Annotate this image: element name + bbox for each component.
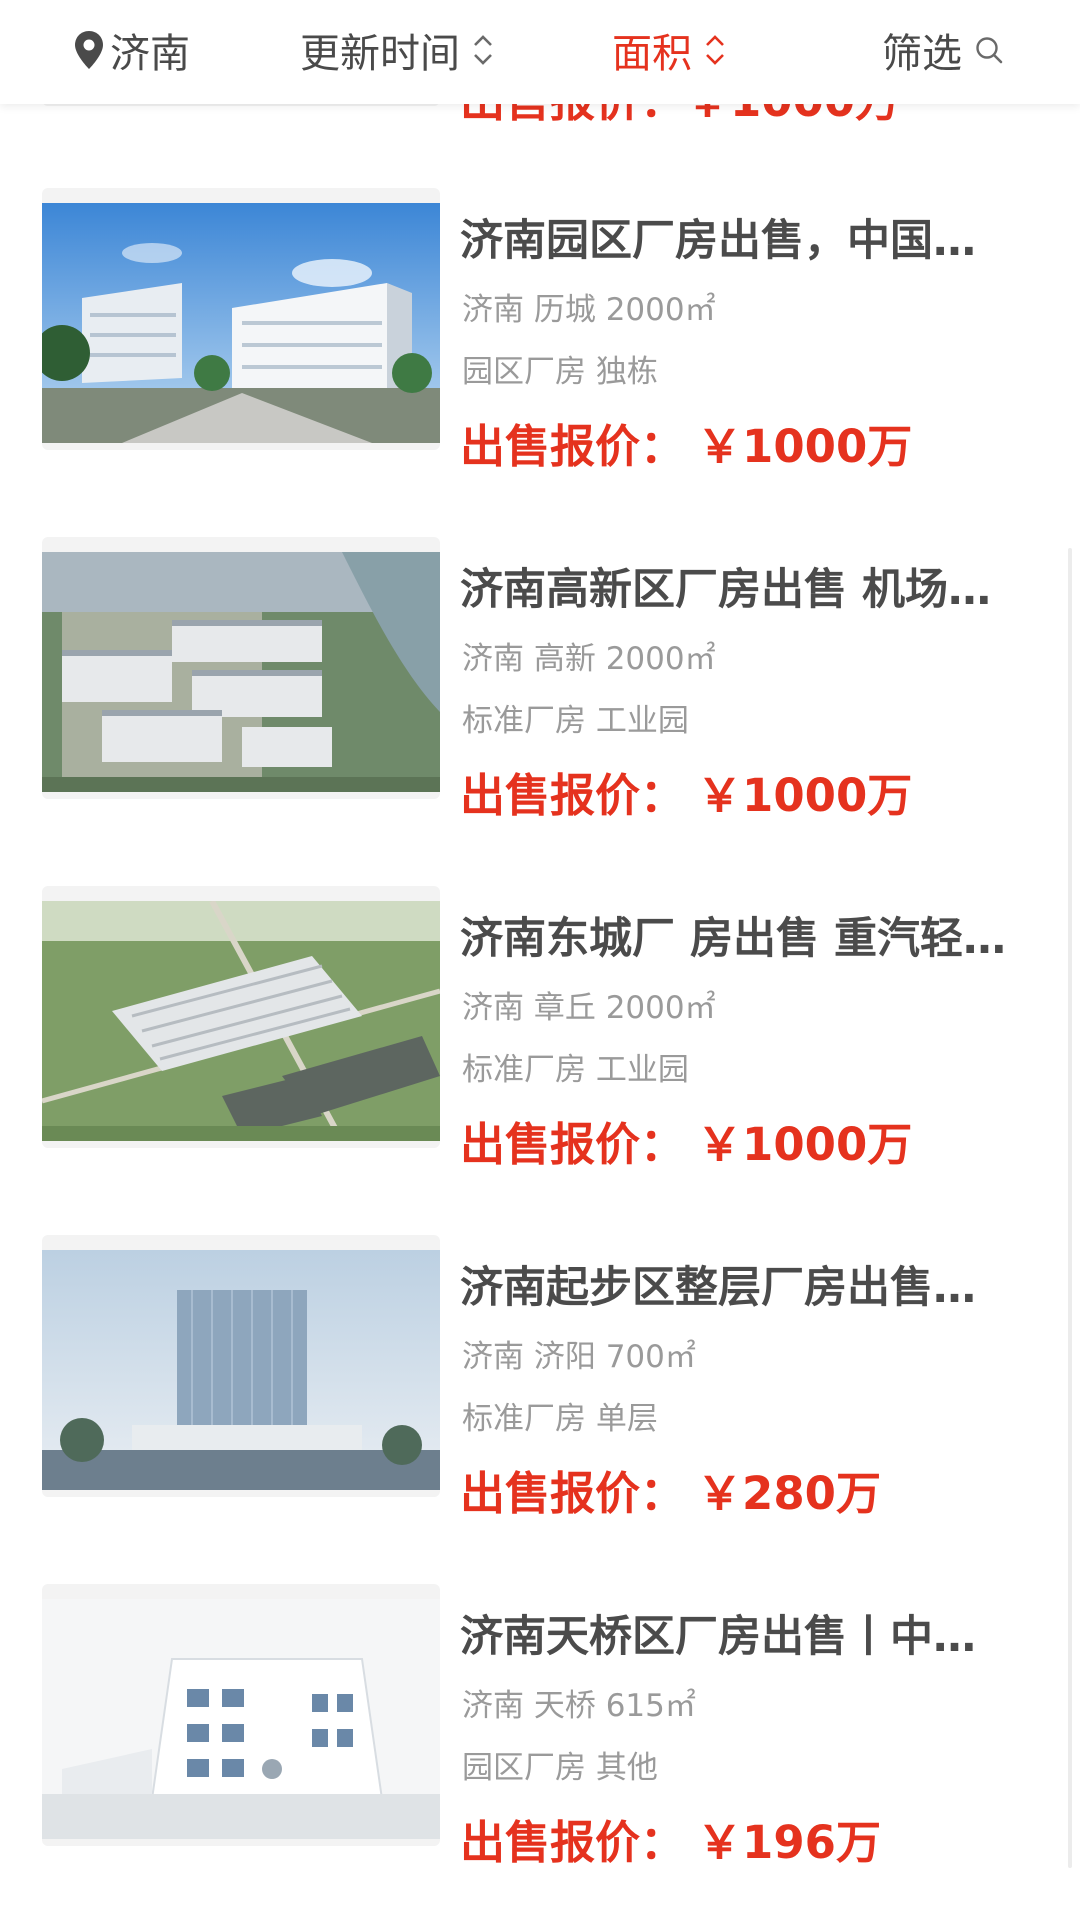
sort-area[interactable]: 面积 xyxy=(612,0,726,100)
sort-update-time[interactable]: 更新时间 xyxy=(300,0,494,100)
sort-arrows-icon xyxy=(706,35,724,65)
map-pin-icon xyxy=(75,31,103,69)
listing-title[interactable]: 济南园区厂房出售，中国… xyxy=(460,206,1030,268)
price-prefix: 出售报价： xyxy=(460,420,686,473)
listing-price: 出售报价： ￥1000万 xyxy=(460,410,912,475)
listing-thumbnail xyxy=(42,886,440,1148)
listing-title[interactable]: 济南高新区厂房出售 机场… xyxy=(460,555,1030,617)
listing-tags: 园区厂房 其他 xyxy=(462,1750,658,1786)
listing-thumbnail xyxy=(42,188,440,450)
listing-location-area: 济南 历城 2000㎡ xyxy=(462,292,716,328)
listing-thumbnail xyxy=(42,1584,440,1846)
price-prefix: 出售报价： xyxy=(460,1816,686,1869)
listing-price: 出售报价： ￥1000万 xyxy=(460,1108,912,1173)
listing-card[interactable]: 济南园区厂房出售，中国… 济南 历城 2000㎡ 园区厂房 独栋 出售报价： ￥1… xyxy=(0,188,1080,518)
listing-price: 出售报价： ￥1000万 xyxy=(460,759,912,824)
listing-price: 出售报价： ￥280万 xyxy=(460,1457,881,1522)
price-value: ￥1000万 xyxy=(697,1118,913,1171)
filter-bar: 济南 更新时间 面积 筛选 xyxy=(0,0,1080,104)
listing-card[interactable]: 济南起步区整层厂房出售… 济南 济阳 700㎡ 标准厂房 单层 出售报价： ￥28… xyxy=(0,1235,1080,1565)
listing-title[interactable]: 济南起步区整层厂房出售… xyxy=(460,1253,1030,1315)
city-selector[interactable]: 济南 xyxy=(72,0,190,100)
price-value: ￥1000万 xyxy=(697,769,913,822)
listing-card[interactable]: 济南天桥区厂房出售丨中… 济南 天桥 615㎡ 园区厂房 其他 出售报价： ￥19… xyxy=(0,1584,1080,1914)
filter-button[interactable]: 筛选 xyxy=(882,0,1004,100)
listing-title[interactable]: 济南东城厂 房出售 重汽轻… xyxy=(460,904,1030,966)
price-prefix: 出售报价： xyxy=(460,1467,686,1520)
listing-location-area: 济南 天桥 615㎡ xyxy=(462,1688,696,1724)
listing-card[interactable]: 济南东城厂 房出售 重汽轻… 济南 章丘 2000㎡ 标准厂房 工业园 出售报价… xyxy=(0,886,1080,1216)
price-prefix: 出售报价： xyxy=(460,1118,686,1171)
listing-tags: 标准厂房 单层 xyxy=(462,1401,658,1437)
price-value: ￥196万 xyxy=(697,1816,881,1869)
sort-arrows-icon xyxy=(474,35,492,65)
listing-location-area: 济南 章丘 2000㎡ xyxy=(462,990,716,1026)
listing-location-area: 济南 高新 2000㎡ xyxy=(462,641,716,677)
listing-thumbnail xyxy=(42,537,440,799)
listing-card[interactable]: 济南高新区厂房出售 机场… 济南 高新 2000㎡ 标准厂房 工业园 出售报价：… xyxy=(0,537,1080,867)
price-prefix: 出售报价： xyxy=(460,769,686,822)
city-label: 济南 xyxy=(110,31,190,77)
listing-tags: 标准厂房 工业园 xyxy=(462,703,689,739)
listing-price: 出售报价： ￥196万 xyxy=(460,1806,881,1871)
listing-tags: 标准厂房 工业园 xyxy=(462,1052,689,1088)
listing-location-area: 济南 济阳 700㎡ xyxy=(462,1339,696,1375)
filter-label: 筛选 xyxy=(882,31,962,77)
listing-tags: 园区厂房 独栋 xyxy=(462,354,658,390)
sort-area-label: 面积 xyxy=(612,31,692,77)
listing-title[interactable]: 济南天桥区厂房出售丨中… xyxy=(460,1602,1030,1664)
price-value: ￥1000万 xyxy=(697,420,913,473)
search-icon xyxy=(976,37,1003,64)
listing-thumbnail xyxy=(42,1235,440,1497)
sort-update-time-label: 更新时间 xyxy=(300,31,460,77)
price-value: ￥280万 xyxy=(697,1467,881,1520)
